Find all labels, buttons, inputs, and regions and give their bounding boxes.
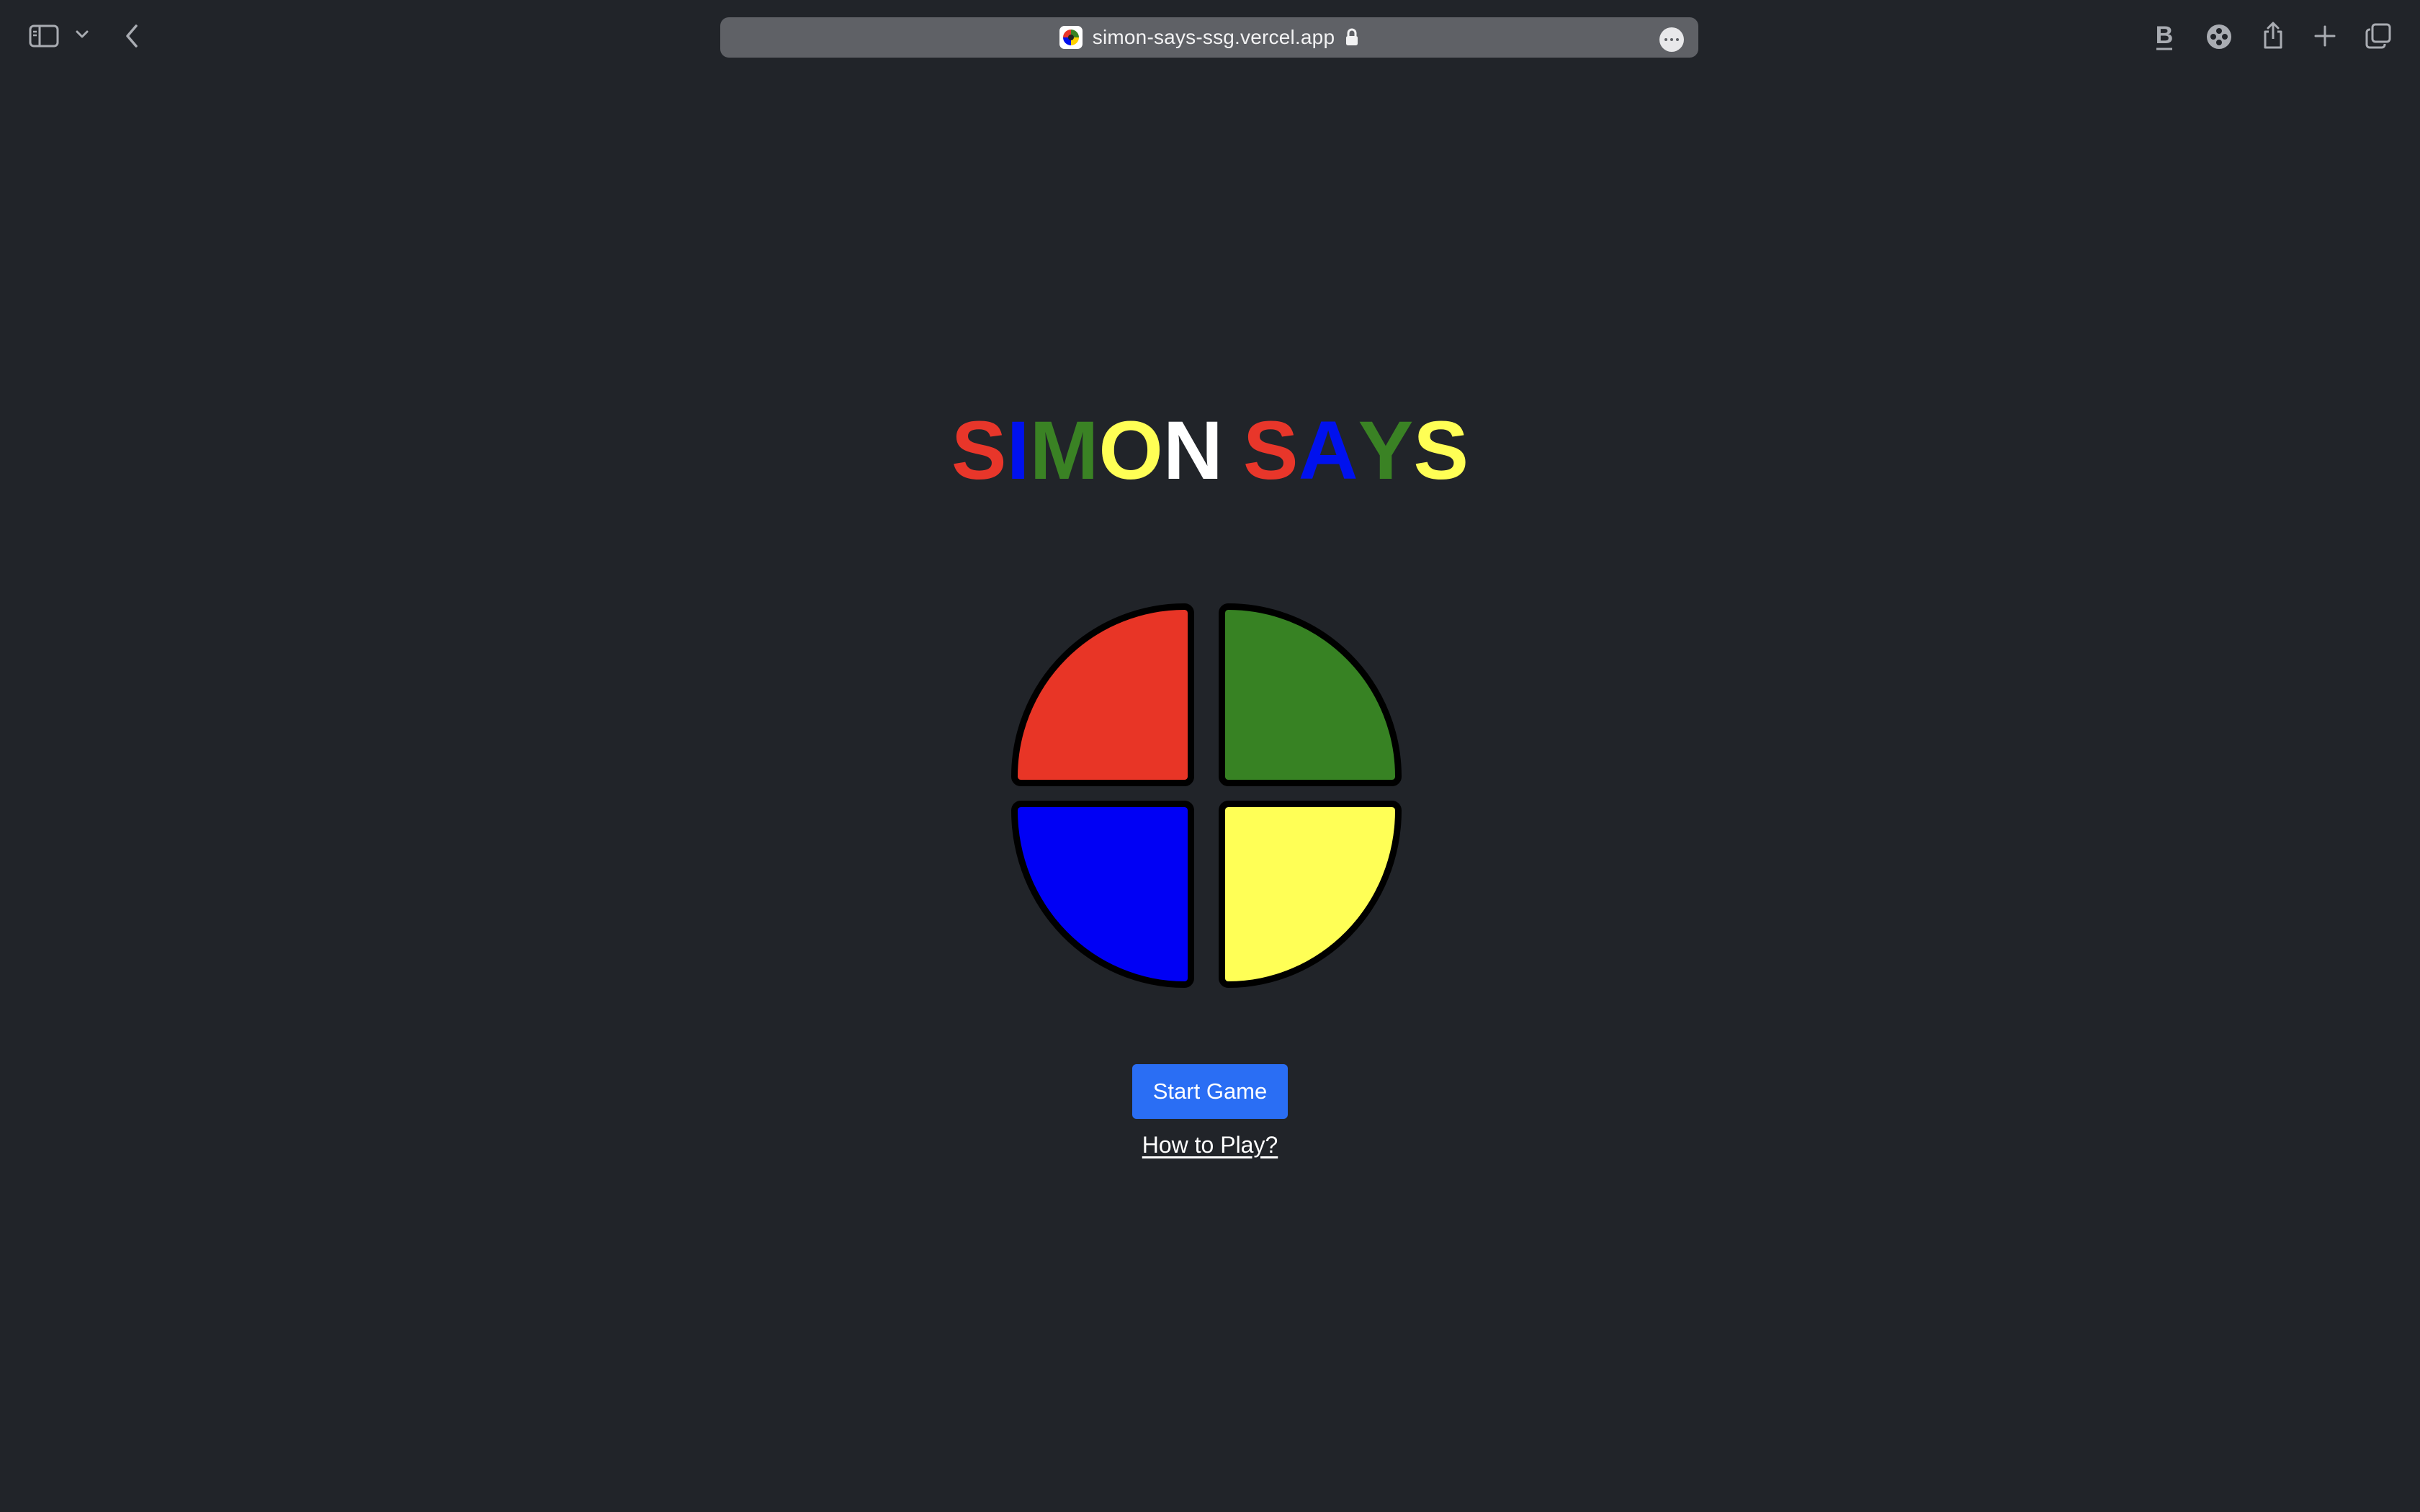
title-letter: S <box>1413 405 1469 497</box>
how-to-play-link[interactable]: How to Play? <box>0 1132 2420 1158</box>
browser-toolbar: simon-says-ssg.vercel.app B <box>0 0 2420 72</box>
svg-text:B: B <box>2156 22 2174 49</box>
title-letter: A <box>1298 405 1358 497</box>
url-text: simon-says-ssg.vercel.app <box>1092 26 1335 48</box>
gamepad-icon[interactable] <box>2205 23 2233 50</box>
bold-b-icon[interactable]: B <box>2154 19 2175 53</box>
title-letter: N <box>1162 405 1223 497</box>
title-letter: S <box>951 405 1007 497</box>
share-icon[interactable] <box>2260 19 2286 52</box>
yellow-pad[interactable] <box>1219 801 1402 988</box>
address-bar[interactable]: simon-says-ssg.vercel.app <box>720 17 1698 58</box>
title-space <box>1223 400 1243 501</box>
title-letter: O <box>1098 405 1163 497</box>
title-letter: S <box>1242 405 1299 497</box>
title-letter: M <box>1029 405 1099 497</box>
blue-pad[interactable] <box>1011 801 1194 988</box>
title-letter: I <box>1006 405 1030 497</box>
chevron-down-icon[interactable] <box>73 26 91 43</box>
plus-icon[interactable] <box>2312 23 2338 49</box>
page-title: SIMON SAYS <box>0 400 2420 501</box>
chevron-left-icon[interactable] <box>121 22 143 50</box>
red-pad[interactable] <box>1011 603 1194 786</box>
start-game-button[interactable]: Start Game <box>1132 1064 1288 1119</box>
ellipsis-icon[interactable] <box>1659 27 1684 52</box>
green-pad[interactable] <box>1219 603 1402 786</box>
sidebar-icon[interactable] <box>27 23 60 49</box>
simon-board <box>1011 603 1406 988</box>
site-favicon-icon <box>1059 26 1083 49</box>
tabs-icon[interactable] <box>2364 22 2393 50</box>
lock-icon <box>1345 28 1359 47</box>
title-letter: Y <box>1358 405 1414 497</box>
